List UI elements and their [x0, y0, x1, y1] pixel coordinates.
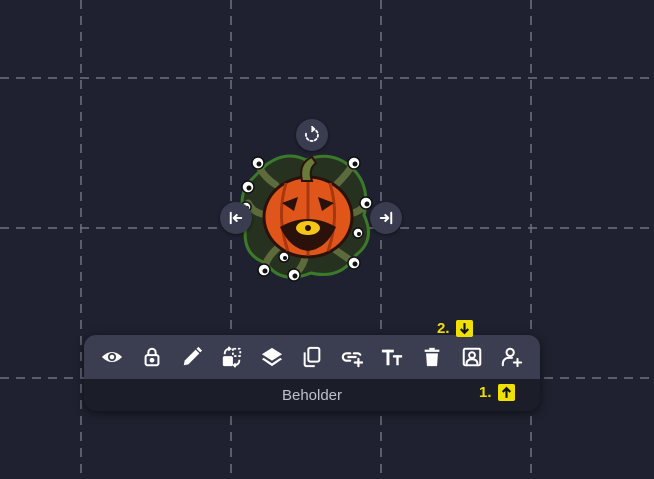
lock-icon: [144, 347, 160, 367]
arrow-down-icon: [455, 320, 473, 337]
trash-icon: [424, 347, 440, 367]
pencil-icon: [183, 346, 203, 366]
swap-button[interactable]: [212, 337, 252, 377]
link-add-icon: [341, 352, 363, 368]
text-size-icon: [381, 349, 403, 366]
copy-icon: [303, 346, 321, 368]
resize-right-icon: [379, 211, 393, 225]
toolbar-buttons: [84, 335, 540, 379]
edit-button[interactable]: [172, 337, 212, 377]
link-button[interactable]: [332, 337, 372, 377]
visibility-button[interactable]: [92, 337, 132, 377]
lock-button[interactable]: [132, 337, 172, 377]
token-name-label: Beholder: [281, 386, 343, 404]
resize-right-handle[interactable]: [370, 202, 402, 234]
portrait-button[interactable]: [452, 337, 492, 377]
resize-left-icon: [229, 211, 243, 225]
swap-icon: [222, 346, 242, 368]
token-context-toolbar: Beholder: [84, 335, 540, 411]
rotate-icon: [305, 126, 319, 142]
portrait-icon: [462, 347, 482, 367]
duplicate-button[interactable]: [292, 337, 332, 377]
annotation-label: 1.: [479, 384, 492, 401]
annotation-2: 2.: [437, 320, 473, 337]
eye-icon: [101, 351, 123, 363]
delete-button[interactable]: [412, 337, 452, 377]
arrow-up-icon: [497, 384, 515, 401]
text-button[interactable]: [372, 337, 412, 377]
add-user-button[interactable]: [492, 337, 532, 377]
user-plus-icon: [501, 347, 523, 368]
layers-icon: [261, 347, 283, 367]
resize-left-handle[interactable]: [220, 202, 252, 234]
rotate-handle[interactable]: [296, 119, 328, 151]
beholder-token[interactable]: [236, 145, 376, 285]
annotation-label: 2.: [437, 320, 450, 337]
annotation-1: 1.: [479, 384, 515, 401]
layers-button[interactable]: [252, 337, 292, 377]
